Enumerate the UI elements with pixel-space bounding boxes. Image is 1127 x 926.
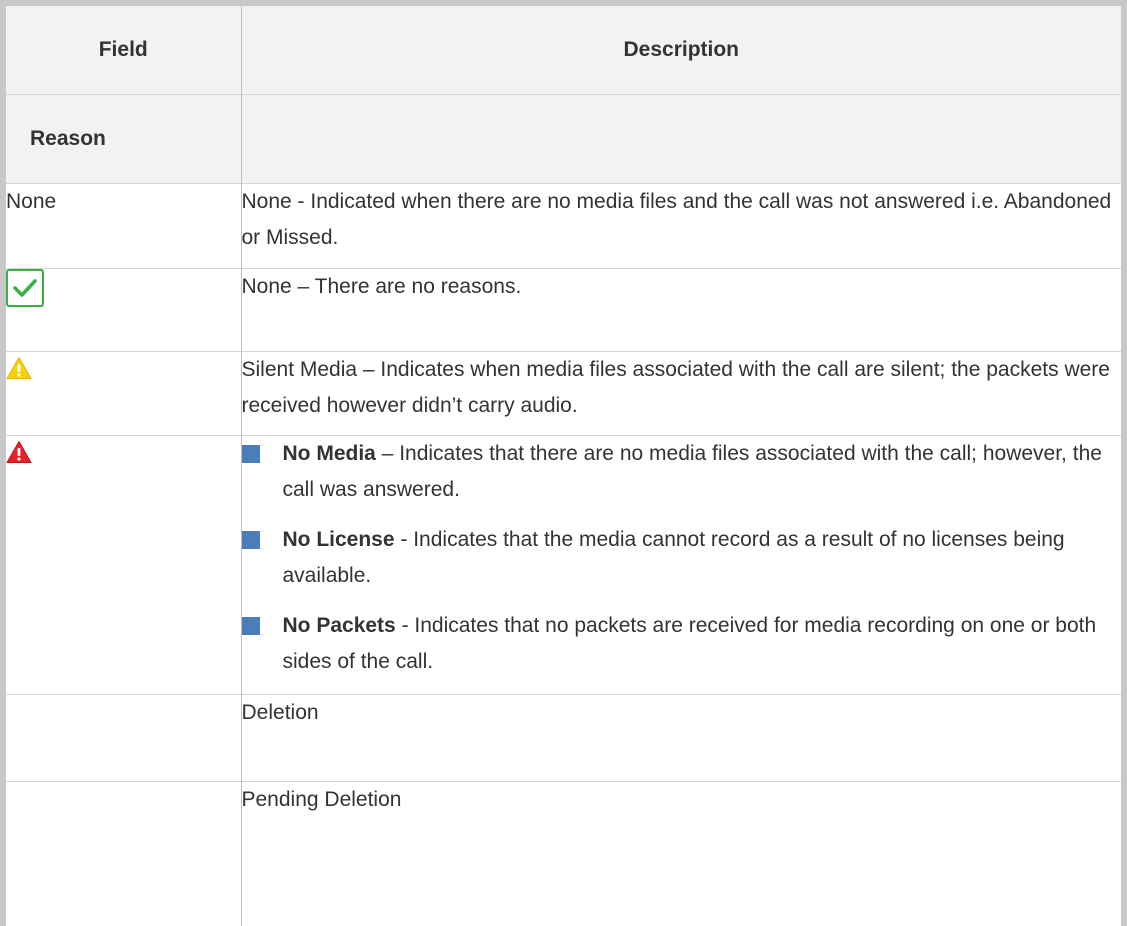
term-description: - Indicates that the media cannot record… bbox=[282, 528, 1065, 587]
table-header-row: Field Description bbox=[3, 2, 1124, 95]
green-check-icon bbox=[6, 269, 44, 307]
red-warning-icon bbox=[6, 440, 32, 476]
yellow-warning-icon bbox=[6, 356, 32, 392]
field-cell bbox=[3, 351, 242, 436]
description-cell: Pending Deletion bbox=[241, 781, 1124, 926]
header-field: Field bbox=[3, 2, 242, 95]
term-no-packets: No Packets bbox=[282, 614, 396, 637]
description-cell: Silent Media – Indicates when media file… bbox=[241, 351, 1124, 436]
table-row: No Media – Indicates that there are no m… bbox=[3, 435, 1124, 695]
field-cell bbox=[3, 268, 242, 352]
section-row: Reason bbox=[3, 94, 1124, 184]
section-label-reason: Reason bbox=[3, 94, 242, 184]
field-cell bbox=[3, 435, 242, 695]
section-empty-cell bbox=[241, 94, 1124, 184]
field-cell: None bbox=[3, 183, 242, 269]
field-cell bbox=[3, 781, 242, 926]
square-bullet-icon bbox=[241, 531, 260, 549]
term-no-media: No Media bbox=[282, 442, 376, 465]
description-cell: None - Indicated when there are no media… bbox=[241, 183, 1124, 269]
list-item: No Packets - Indicates that no packets a… bbox=[241, 608, 1122, 680]
list-item: No License - Indicates that the media ca… bbox=[241, 522, 1122, 594]
term-description: – Indicates that there are no media file… bbox=[282, 442, 1102, 501]
description-cell: Deletion bbox=[241, 694, 1124, 782]
list-item: No Media – Indicates that there are no m… bbox=[241, 436, 1122, 508]
term-no-license: No License bbox=[282, 528, 395, 551]
term-description: - Indicates that no packets are received… bbox=[282, 614, 1097, 673]
square-bullet-icon bbox=[241, 617, 260, 635]
table-row: Pending Deletion bbox=[3, 781, 1124, 926]
table-row: None None - Indicated when there are no … bbox=[3, 183, 1124, 269]
reason-bullet-list: No Media – Indicates that there are no m… bbox=[241, 436, 1122, 680]
square-bullet-icon bbox=[241, 445, 260, 463]
table-row: None – There are no reasons. bbox=[3, 268, 1124, 352]
field-cell bbox=[3, 694, 242, 782]
description-cell: No Media – Indicates that there are no m… bbox=[241, 435, 1124, 695]
table-row: Silent Media – Indicates when media file… bbox=[3, 351, 1124, 436]
header-description: Description bbox=[241, 2, 1124, 95]
reason-table: Field Description Reason None None - Ind… bbox=[0, 0, 1127, 926]
description-cell: None – There are no reasons. bbox=[241, 268, 1124, 352]
table-row: Deletion bbox=[3, 694, 1124, 782]
